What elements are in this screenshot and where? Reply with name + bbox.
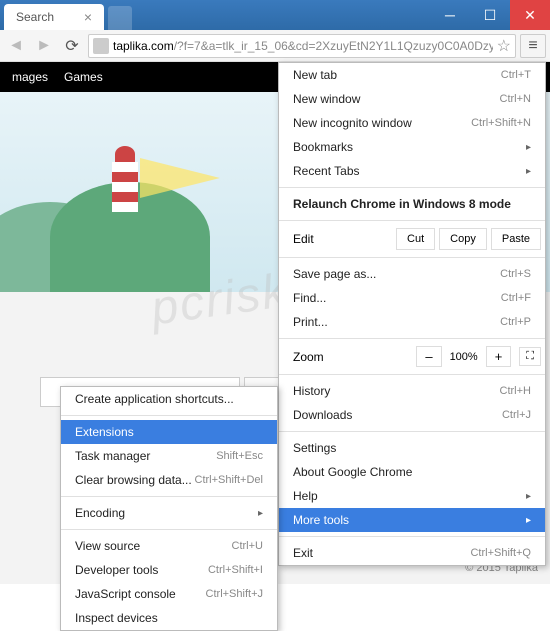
more-tools-submenu: Create application shortcuts... Extensio…: [60, 386, 278, 631]
menu-more-tools[interactable]: More tools▸: [279, 508, 545, 532]
menu-history[interactable]: HistoryCtrl+H: [279, 379, 545, 403]
menu-separator: [279, 187, 545, 188]
zoom-label: Zoom: [293, 350, 408, 364]
menu-edit-label: Edit: [293, 232, 396, 246]
menu-separator: [279, 431, 545, 432]
menu-separator: [61, 496, 277, 497]
menu-relaunch[interactable]: Relaunch Chrome in Windows 8 mode: [279, 192, 545, 216]
lighthouse-icon: [110, 146, 140, 212]
menu-recent-tabs[interactable]: Recent Tabs▸: [279, 159, 545, 183]
address-bar[interactable]: taplika.com/?f=7&a=tlk_ir_15_06&cd=2Xzuy…: [88, 34, 516, 58]
zoom-value: 100%: [450, 351, 478, 363]
chevron-right-icon: ▸: [526, 166, 531, 177]
menu-separator: [279, 338, 545, 339]
chevron-right-icon: ▸: [258, 508, 263, 519]
menu-edit-row: Edit Cut Copy Paste: [279, 225, 545, 253]
chevron-right-icon: ▸: [526, 515, 531, 526]
page-icon: [93, 38, 109, 54]
new-tab-button[interactable]: [108, 6, 132, 30]
menu-settings[interactable]: Settings: [279, 436, 545, 460]
menu-downloads[interactable]: DownloadsCtrl+J: [279, 403, 545, 427]
menu-exit[interactable]: ExitCtrl+Shift+Q: [279, 541, 545, 565]
menu-new-window[interactable]: New windowCtrl+N: [279, 87, 545, 111]
paste-button[interactable]: Paste: [491, 228, 541, 250]
forward-button[interactable]: ►: [32, 34, 56, 58]
submenu-dev-tools[interactable]: Developer toolsCtrl+Shift+I: [61, 558, 277, 582]
reload-button[interactable]: ⟳: [60, 34, 84, 58]
submenu-inspect-devices[interactable]: Inspect devices: [61, 606, 277, 630]
minimize-button[interactable]: ─: [430, 0, 470, 30]
bookmark-star-icon[interactable]: ☆: [497, 36, 511, 56]
menu-separator: [279, 220, 545, 221]
menu-separator: [61, 529, 277, 530]
browser-toolbar: ◄ ► ⟳ taplika.com/?f=7&a=tlk_ir_15_06&cd…: [0, 30, 550, 62]
url-text: taplika.com/?f=7&a=tlk_ir_15_06&cd=2Xzuy…: [113, 39, 493, 53]
submenu-create-shortcuts[interactable]: Create application shortcuts...: [61, 387, 277, 411]
chevron-right-icon: ▸: [526, 491, 531, 502]
nav-games[interactable]: Games: [64, 70, 103, 84]
menu-help[interactable]: Help▸: [279, 484, 545, 508]
copy-button[interactable]: Copy: [439, 228, 487, 250]
zoom-out-button[interactable]: –: [416, 346, 441, 367]
submenu-view-source[interactable]: View sourceCtrl+U: [61, 534, 277, 558]
menu-about[interactable]: About Google Chrome: [279, 460, 545, 484]
menu-new-tab[interactable]: New tabCtrl+T: [279, 63, 545, 87]
tab-title: Search: [16, 10, 54, 24]
submenu-clear-data[interactable]: Clear browsing data...Ctrl+Shift+Del: [61, 468, 277, 492]
window-controls: ─ ☐ ✕: [430, 0, 550, 30]
submenu-js-console[interactable]: JavaScript consoleCtrl+Shift+J: [61, 582, 277, 606]
close-tab-icon[interactable]: ×: [84, 9, 92, 25]
zoom-in-button[interactable]: +: [486, 346, 512, 367]
close-window-button[interactable]: ✕: [510, 0, 550, 30]
submenu-extensions[interactable]: Extensions: [61, 420, 277, 444]
submenu-task-manager[interactable]: Task managerShift+Esc: [61, 444, 277, 468]
nav-images[interactable]: mages: [12, 70, 48, 84]
back-button[interactable]: ◄: [4, 34, 28, 58]
fullscreen-button[interactable]: ⛶: [519, 347, 541, 366]
menu-save-as[interactable]: Save page as...Ctrl+S: [279, 262, 545, 286]
browser-tab[interactable]: Search ×: [4, 4, 104, 30]
menu-incognito[interactable]: New incognito windowCtrl+Shift+N: [279, 111, 545, 135]
window-titlebar: Search × ─ ☐ ✕: [0, 0, 550, 30]
menu-separator: [279, 374, 545, 375]
menu-zoom-row: Zoom – 100% + ⛶: [279, 343, 545, 370]
menu-separator: [279, 257, 545, 258]
submenu-encoding[interactable]: Encoding▸: [61, 501, 277, 525]
maximize-button[interactable]: ☐: [470, 0, 510, 30]
cut-button[interactable]: Cut: [396, 228, 435, 250]
menu-bookmarks[interactable]: Bookmarks▸: [279, 135, 545, 159]
menu-print[interactable]: Print...Ctrl+P: [279, 310, 545, 334]
chrome-menu-button[interactable]: ≡: [520, 34, 546, 58]
menu-separator: [61, 415, 277, 416]
chevron-right-icon: ▸: [526, 142, 531, 153]
menu-find[interactable]: Find...Ctrl+F: [279, 286, 545, 310]
menu-separator: [279, 536, 545, 537]
chrome-main-menu: New tabCtrl+T New windowCtrl+N New incog…: [278, 62, 546, 566]
